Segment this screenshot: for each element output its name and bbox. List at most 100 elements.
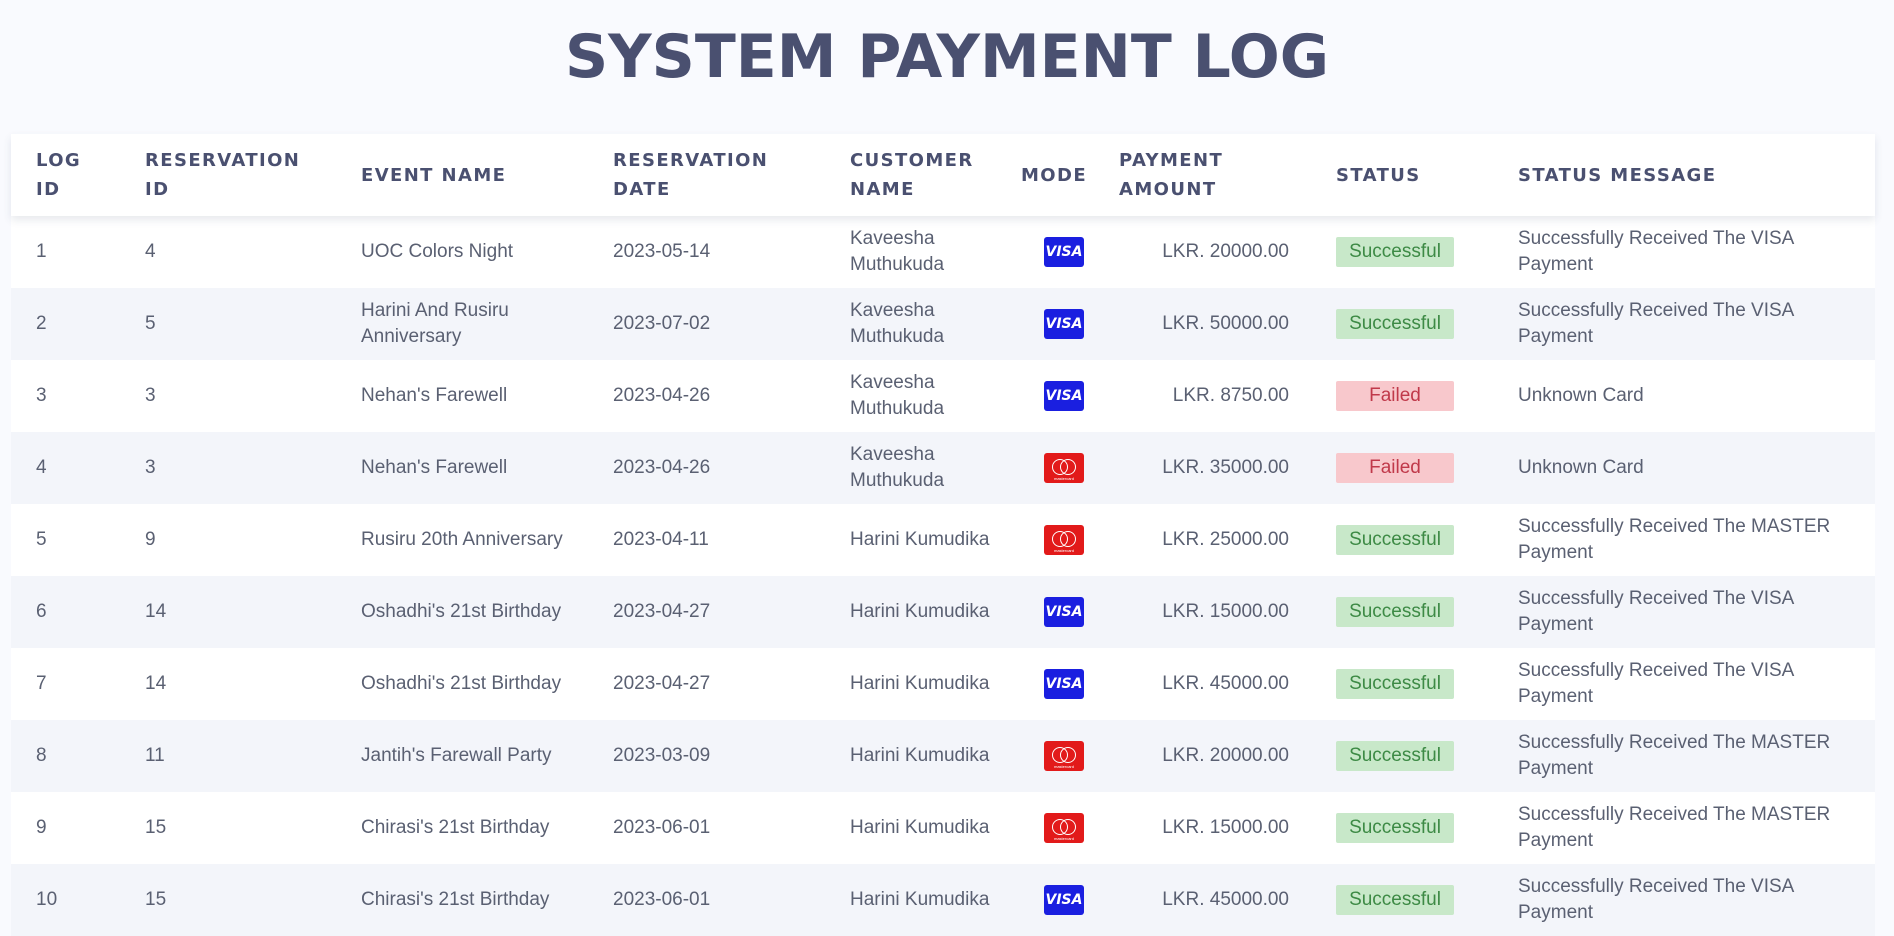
header-status[interactable]: STATUS (1325, 134, 1493, 216)
cell-status: Successful (1325, 216, 1493, 288)
cell-customer-name: Harini Kumudika (850, 529, 990, 550)
table-header-row: LOG ID RESERVATION ID EVENT NAME RESERVA… (11, 134, 1875, 216)
cell-event-name: Nehan's Farewell (361, 457, 508, 478)
cell-payment-amount: LKR. 15000.00 (1162, 601, 1289, 622)
table-row[interactable]: 7 14 Oshadhi's 21st Birthday 2023-04-27 … (11, 648, 1875, 720)
cell-payment-amount: LKR. 8750.00 (1172, 385, 1289, 406)
cell-event-name: Harini And Rusiru Anniversary (361, 300, 509, 347)
mastercard-icon: mastercard (1044, 741, 1084, 771)
cell-payment-amount: LKR. 20000.00 (1162, 241, 1289, 262)
status-badge: Failed (1336, 381, 1454, 411)
table-row[interactable]: 8 11 Jantih's Farewall Party 2023-03-09 … (11, 720, 1875, 792)
mastercard-ring-right (1060, 747, 1076, 763)
cell-status: Successful (1325, 288, 1493, 360)
header-status-message[interactable]: STATUS MESSAGE (1493, 134, 1875, 216)
cell-customer-name: Kaveesha Muthukuda (850, 372, 945, 419)
visa-icon: VISA (1044, 237, 1084, 267)
cell-status: Failed (1325, 432, 1493, 504)
cell-status-message: Successfully Received The VISA Payment (1518, 228, 1794, 275)
header-event-name[interactable]: EVENT NAME (336, 134, 588, 216)
cell-payment-amount: LKR. 45000.00 (1162, 889, 1289, 910)
cell-status-message: Successfully Received The VISA Payment (1518, 660, 1794, 707)
cell-status-message: Successfully Received The VISA Payment (1518, 300, 1794, 347)
cell-status-message: Unknown Card (1518, 385, 1644, 406)
cell-payment-amount: LKR. 35000.00 (1162, 457, 1289, 478)
cell-log-id: 10 (36, 889, 58, 910)
header-reservation-date[interactable]: RESERVATION DATE (588, 134, 825, 216)
cell-reservation-id: 11 (145, 745, 165, 766)
table-row[interactable]: 6 14 Oshadhi's 21st Birthday 2023-04-27 … (11, 576, 1875, 648)
cell-log-id: 7 (36, 673, 47, 694)
cell-customer-name: Kaveesha Muthukuda (850, 300, 945, 347)
visa-icon: VISA (1044, 309, 1084, 339)
cell-status: Successful (1325, 720, 1493, 792)
cell-event-name: Oshadhi's 21st Birthday (361, 673, 562, 694)
cell-payment-amount: LKR. 20000.00 (1162, 745, 1289, 766)
cell-mode: VISA (1021, 360, 1107, 432)
table-row[interactable]: 3 3 Nehan's Farewell 2023-04-26 Kaveesha… (11, 360, 1875, 432)
table-row[interactable]: 1 4 UOC Colors Night 2023-05-14 Kaveesha… (11, 216, 1875, 288)
cell-customer-name: Harini Kumudika (850, 673, 990, 694)
mastercard-ring-right (1060, 819, 1076, 835)
cell-event-name: Oshadhi's 21st Birthday (361, 601, 562, 622)
mastercard-wordmark: mastercard (1053, 548, 1074, 553)
header-log-id[interactable]: LOG ID (11, 134, 120, 216)
cell-status-message: Successfully Received The VISA Payment (1518, 876, 1794, 923)
cell-reservation-date: 2023-03-09 (613, 745, 711, 766)
cell-customer-name: Harini Kumudika (850, 745, 990, 766)
table-body: 1 4 UOC Colors Night 2023-05-14 Kaveesha… (11, 216, 1875, 936)
cell-event-name: Jantih's Farewall Party (361, 745, 552, 766)
cell-mode: VISA (1021, 216, 1107, 288)
mastercard-icon: mastercard (1044, 525, 1084, 555)
page-title: SYSTEM PAYMENT LOG (564, 22, 1330, 92)
cell-event-name: Nehan's Farewell (361, 385, 508, 406)
visa-icon: VISA (1044, 885, 1084, 915)
table-row[interactable]: 10 15 Chirasi's 21st Birthday 2023-06-01… (11, 864, 1875, 936)
cell-mode: VISA (1021, 648, 1107, 720)
status-badge: Successful (1336, 669, 1454, 699)
cell-event-name: Chirasi's 21st Birthday (361, 889, 550, 910)
cell-payment-amount: LKR. 45000.00 (1162, 673, 1289, 694)
cell-mode: VISA (1021, 576, 1107, 648)
cell-mode: mastercard (1021, 720, 1107, 792)
table-row[interactable]: 2 5 Harini And Rusiru Anniversary 2023-0… (11, 288, 1875, 360)
status-badge: Successful (1336, 885, 1454, 915)
cell-reservation-id: 3 (145, 457, 156, 478)
cell-reservation-id: 4 (145, 241, 156, 262)
cell-status-message: Unknown Card (1518, 457, 1644, 478)
mastercard-ring-right (1060, 531, 1076, 547)
status-badge: Successful (1336, 309, 1454, 339)
cell-reservation-date: 2023-05-14 (613, 241, 711, 262)
table-row[interactable]: 9 15 Chirasi's 21st Birthday 2023-06-01 … (11, 792, 1875, 864)
status-badge: Successful (1336, 237, 1454, 267)
status-badge: Failed (1336, 453, 1454, 483)
cell-reservation-date: 2023-04-26 (613, 457, 711, 478)
mastercard-ring-right (1060, 459, 1076, 475)
cell-reservation-date: 2023-04-27 (613, 601, 711, 622)
header-mode[interactable]: MODE (1021, 134, 1107, 216)
header-customer-name[interactable]: CUSTOMER NAME (825, 134, 1021, 216)
visa-icon: VISA (1044, 669, 1084, 699)
table-row[interactable]: 4 3 Nehan's Farewell 2023-04-26 Kaveesha… (11, 432, 1875, 504)
cell-status: Successful (1325, 504, 1493, 576)
cell-log-id: 4 (36, 457, 47, 478)
mastercard-icon: mastercard (1044, 453, 1084, 483)
cell-log-id: 2 (36, 313, 47, 334)
cell-reservation-id: 9 (145, 529, 156, 550)
cell-mode: mastercard (1021, 432, 1107, 504)
header-reservation-id[interactable]: RESERVATION ID (120, 134, 336, 216)
payment-log-table: LOG ID RESERVATION ID EVENT NAME RESERVA… (11, 134, 1875, 936)
cell-log-id: 5 (36, 529, 47, 550)
cell-mode: VISA (1021, 288, 1107, 360)
cell-log-id: 8 (36, 745, 47, 766)
status-badge: Successful (1336, 813, 1454, 843)
table-row[interactable]: 5 9 Rusiru 20th Anniversary 2023-04-11 H… (11, 504, 1875, 576)
cell-reservation-date: 2023-06-01 (613, 889, 711, 910)
header-payment-amount[interactable]: PAYMENT AMOUNT (1107, 134, 1325, 216)
cell-mode: VISA (1021, 864, 1107, 936)
cell-reservation-date: 2023-07-02 (613, 313, 711, 334)
visa-icon: VISA (1044, 597, 1084, 627)
cell-event-name: Rusiru 20th Anniversary (361, 529, 563, 550)
cell-reservation-id: 14 (145, 673, 167, 694)
cell-mode: mastercard (1021, 792, 1107, 864)
